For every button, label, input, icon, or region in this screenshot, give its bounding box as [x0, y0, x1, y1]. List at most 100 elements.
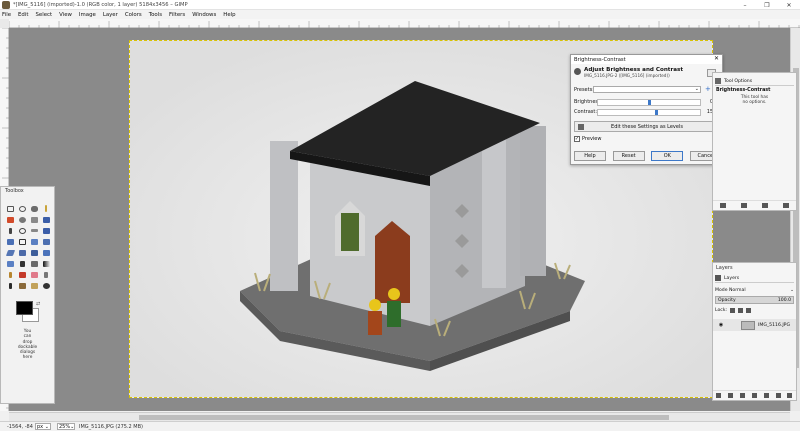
horizontal-ruler[interactable] — [8, 19, 800, 28]
edit-as-levels-button[interactable]: Edit these Settings as Levels — [574, 121, 720, 132]
add-preset-icon[interactable]: + — [705, 85, 711, 93]
new-layer-icon[interactable] — [716, 393, 722, 398]
tab-tool-options[interactable]: Tool Options — [715, 77, 794, 86]
color-picker-tool-icon[interactable] — [5, 226, 15, 235]
presets-combo[interactable]: ⌄ — [593, 86, 701, 93]
cage-transform-tool-icon[interactable] — [41, 248, 51, 257]
color-select-tool-icon[interactable] — [5, 215, 15, 224]
measure-tool-icon[interactable] — [29, 226, 39, 235]
layers-icon — [715, 275, 721, 281]
brightness-slider[interactable] — [597, 99, 701, 106]
align-tool-icon[interactable] — [5, 237, 15, 246]
foreground-color-swatch[interactable] — [16, 301, 33, 315]
help-button[interactable]: Help — [574, 151, 606, 161]
menu-edit[interactable]: Edit — [18, 12, 28, 18]
duplicate-layer-icon[interactable] — [751, 393, 757, 398]
menu-filters[interactable]: Filters — [169, 12, 185, 18]
clone-tool-icon[interactable] — [17, 281, 27, 290]
unit-select[interactable]: px ⌄ — [35, 423, 51, 430]
airbrush-tool-icon[interactable] — [41, 270, 51, 279]
text-tool-icon[interactable] — [17, 259, 27, 268]
preview-toggle[interactable]: ✓ Preview — [574, 136, 601, 142]
rotate-tool-icon[interactable] — [29, 237, 39, 246]
close-window-button[interactable]: ✕ — [778, 0, 800, 10]
chevron-down-icon: ⌄ — [70, 423, 75, 430]
paths-tool-icon[interactable] — [41, 215, 51, 224]
free-select-tool-icon[interactable] — [29, 204, 39, 213]
reset-options-icon[interactable] — [782, 203, 789, 208]
zoom-select[interactable]: 25% ⌄ — [57, 423, 75, 430]
pencil-tool-icon[interactable] — [5, 270, 15, 279]
crop-tool-icon[interactable] — [17, 237, 27, 246]
scissors-tool-icon[interactable] — [17, 215, 27, 224]
reset-button[interactable]: Reset — [612, 151, 645, 161]
zoom-tool-icon[interactable] — [17, 226, 27, 235]
opacity-value[interactable]: 100.0 — [778, 298, 791, 303]
tool-options-footer — [713, 200, 796, 210]
menu-colors[interactable]: Colors — [125, 12, 142, 18]
restore-options-icon[interactable] — [741, 203, 748, 208]
chevron-down-icon: ⌄ — [44, 423, 49, 430]
title-bar: *[IMG_5116] (imported)-1.0 (RGB color, 1… — [0, 0, 800, 10]
ruler-corner[interactable] — [0, 19, 9, 28]
menu-file[interactable]: File — [2, 12, 11, 18]
lock-position-icon[interactable] — [738, 308, 744, 313]
horizontal-scrollbar[interactable] — [9, 412, 790, 421]
horizontal-scroll-thumb[interactable] — [139, 415, 669, 420]
lower-layer-icon[interactable] — [740, 393, 746, 398]
layer-name[interactable]: IMG_5116.JPG — [758, 323, 790, 328]
rect-select-tool-icon[interactable] — [5, 204, 15, 213]
bucket-fill-tool-icon[interactable] — [29, 259, 39, 268]
perspective-tool-icon[interactable] — [17, 248, 27, 257]
toolbox-drop-note: You can drop dockable dialogs here — [1, 329, 54, 361]
brightness-slider-knob[interactable] — [647, 100, 651, 105]
contrast-slider[interactable] — [597, 109, 701, 116]
swap-colors-icon[interactable]: ⇄ — [36, 301, 40, 307]
flip-tool-icon[interactable] — [29, 248, 39, 257]
menu-image[interactable]: Image — [79, 12, 96, 18]
raise-layer-icon[interactable] — [728, 393, 734, 398]
delete-options-icon[interactable] — [761, 203, 768, 208]
ok-button[interactable]: OK — [651, 151, 684, 161]
menu-view[interactable]: View — [59, 12, 72, 18]
foreground-select-tool-icon[interactable] — [29, 215, 39, 224]
file-info: IMG_5116.JPG (275.2 MB) — [79, 423, 143, 430]
mask-layer-icon[interactable] — [775, 393, 781, 398]
delete-layer-icon[interactable] — [787, 393, 793, 398]
scale-tool-icon[interactable] — [41, 237, 51, 246]
move-tool-icon[interactable] — [41, 226, 51, 235]
dodge-burn-tool-icon[interactable] — [41, 281, 51, 290]
menu-layer[interactable]: Layer — [103, 12, 118, 18]
blend-tool-icon[interactable] — [41, 259, 51, 268]
tab-layers[interactable]: Layers — [715, 274, 794, 283]
tool-options-panel: Tool Options Brightness-Contrast This to… — [712, 72, 797, 211]
warp-transform-tool-icon[interactable] — [5, 259, 15, 268]
dialog-title-bar[interactable]: Brightness-Contrast ✕ — [571, 55, 722, 64]
menu-select[interactable]: Select — [35, 12, 52, 18]
minimize-button[interactable]: – — [734, 0, 756, 10]
lock-pixels-icon[interactable] — [730, 308, 736, 313]
ellipse-select-tool-icon[interactable] — [17, 204, 27, 213]
opacity-slider[interactable]: Opacity 100.0 — [715, 296, 794, 304]
lock-alpha-icon[interactable] — [746, 308, 752, 313]
contrast-slider-knob[interactable] — [654, 110, 658, 115]
smudge-tool-icon[interactable] — [29, 281, 39, 290]
fuzzy-select-tool-icon[interactable] — [41, 204, 51, 213]
layer-mode-select[interactable]: Mode Normal ⌄ — [715, 287, 794, 294]
dialog-close-button[interactable]: ✕ — [714, 55, 719, 62]
paintbrush-tool-icon[interactable] — [17, 270, 27, 279]
toolbox-title: Toolbox — [5, 188, 24, 194]
shear-tool-icon[interactable] — [5, 248, 15, 257]
toolbox-note-line: here — [22, 355, 33, 361]
eye-icon[interactable]: ◉ — [717, 322, 725, 328]
menu-help[interactable]: Help — [223, 12, 235, 18]
menu-windows[interactable]: Windows — [192, 12, 216, 18]
layer-row[interactable]: ◉ IMG_5116.JPG — [713, 319, 796, 331]
ink-tool-icon[interactable] — [5, 281, 15, 290]
anchor-layer-icon[interactable] — [763, 393, 769, 398]
eraser-tool-icon[interactable] — [29, 270, 39, 279]
menu-tools[interactable]: Tools — [149, 12, 162, 18]
save-options-icon[interactable] — [720, 203, 727, 208]
preview-checkbox[interactable]: ✓ — [574, 136, 580, 142]
maximize-button[interactable]: ❐ — [756, 0, 778, 10]
